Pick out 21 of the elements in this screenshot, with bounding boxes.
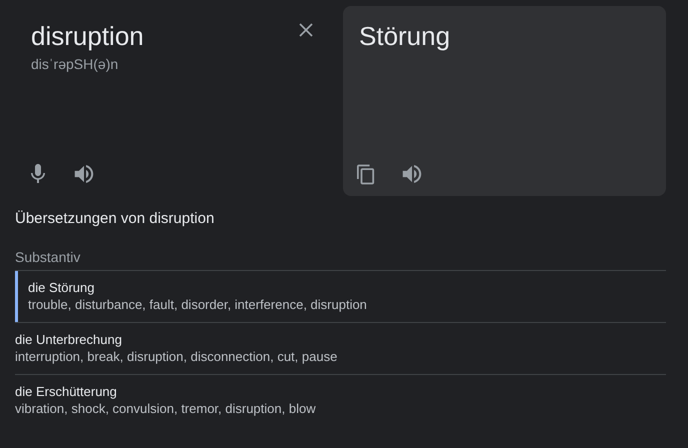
translated-text: Störung: [359, 20, 450, 52]
part-of-speech-label: Substantiv: [15, 249, 80, 267]
entry-term[interactable]: die Erschütterung: [15, 384, 117, 399]
translation-entry[interactable]: die Unterbrechung interruption, break, disruption, disconnection, cut, pause: [15, 322, 666, 374]
speaker-icon: [402, 165, 422, 183]
listen-button[interactable]: [72, 162, 96, 186]
phonetic-text: disˈrəpSH(ə)n: [31, 56, 118, 72]
entry-term[interactable]: die Störung: [28, 280, 94, 295]
entry-synonyms: interruption, break, disruption, disconnection, cut, pause: [15, 349, 338, 364]
microphone-icon: [31, 164, 45, 184]
translation-entry[interactable]: die Erschütterung vibration, shock, convulsion, tremor, disruption, blow: [15, 374, 666, 426]
close-icon: [299, 23, 313, 37]
source-text[interactable]: disruption: [31, 20, 144, 52]
listen-button[interactable]: [400, 162, 424, 186]
entry-term[interactable]: die Unterbrechung: [15, 332, 122, 347]
speaker-icon: [74, 165, 94, 183]
copy-icon: [357, 164, 375, 184]
entry-synonyms: vibration, shock, convulsion, tremor, disruption, blow: [15, 401, 316, 416]
translation-entry[interactable]: die Störung trouble, disturbance, fault, disorder, interference, disruption: [15, 270, 666, 322]
translations-heading: Übersetzungen von disruption: [15, 210, 214, 227]
entry-synonyms: trouble, disturbance, fault, disorder, interference, disruption: [28, 297, 367, 312]
